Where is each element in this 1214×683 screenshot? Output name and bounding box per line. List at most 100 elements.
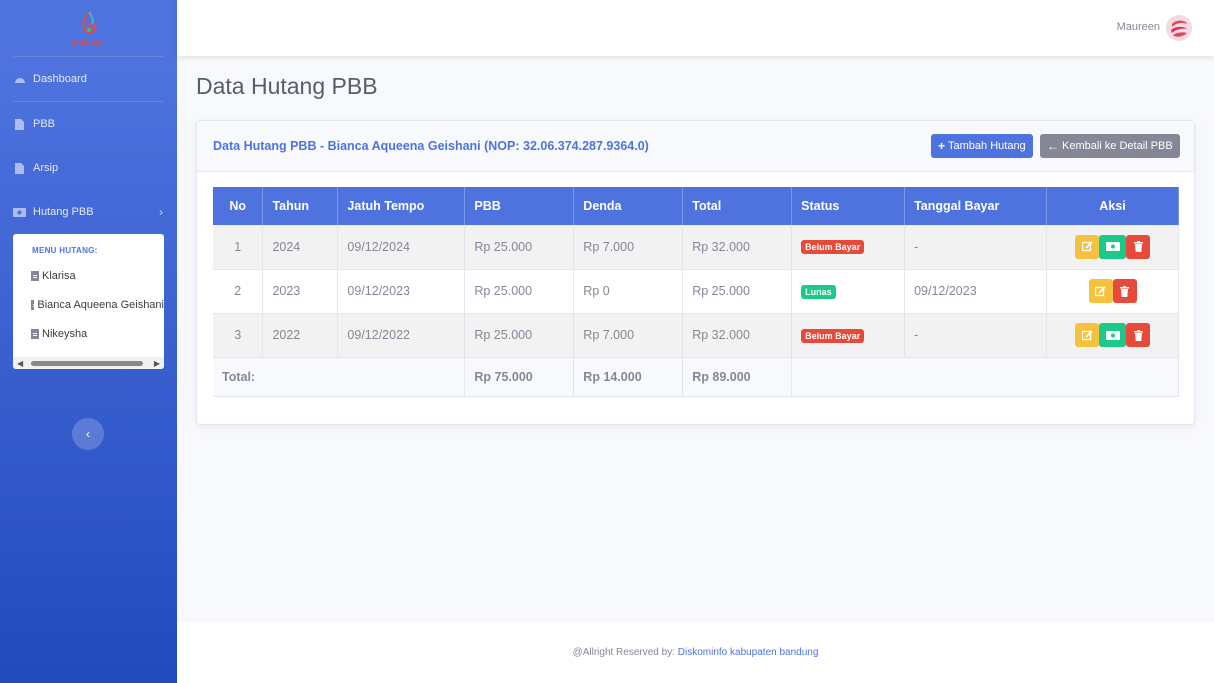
add-hutang-label: Tambah Hutang xyxy=(948,140,1026,152)
total-pbb: Rp 75.000 xyxy=(464,357,575,397)
topbar: Maureen xyxy=(177,0,1214,56)
total-label: Total: xyxy=(213,357,466,397)
submenu-item-nikeysha[interactable]: Nikeysha xyxy=(13,319,164,348)
sidebar-item-hutang-pbb[interactable]: Hutang PBB › xyxy=(0,190,177,234)
column-header: Tahun xyxy=(262,187,339,225)
file-icon xyxy=(31,328,39,339)
scroll-left-icon[interactable]: ◀ xyxy=(17,359,23,368)
money-icon xyxy=(1105,330,1120,340)
column-header: PBB xyxy=(464,187,575,225)
edit-button[interactable] xyxy=(1075,323,1099,347)
cell-pbb: Rp 25.000 xyxy=(464,269,575,314)
money-icon xyxy=(1105,242,1120,252)
sidebar: BAPENDA Dashboard PBB Arsip Hutang PBB ›… xyxy=(0,0,177,683)
cell-denda: Rp 0 xyxy=(573,269,684,314)
table-row: 1 2024 09/12/2024 Rp 25.000 Rp 7.000 Rp … xyxy=(213,225,1179,270)
hutang-submenu: MENU HUTANG: Klarisa Bianca Aqueena Geis… xyxy=(13,234,164,369)
money-icon xyxy=(13,206,26,219)
status-badge: Belum Bayar xyxy=(801,240,865,255)
cell-no: 2 xyxy=(213,269,264,314)
submenu-item-bianca[interactable]: Bianca Aqueena Geishani xyxy=(13,290,164,319)
chevron-left-icon: ‹ xyxy=(86,427,90,441)
column-header: Status xyxy=(791,187,906,225)
cell-total: Rp 25.000 xyxy=(682,269,793,314)
pay-button[interactable] xyxy=(1099,323,1126,347)
edit-button[interactable] xyxy=(1088,279,1113,303)
cell-status: Belum Bayar xyxy=(791,225,906,270)
delete-button[interactable] xyxy=(1112,279,1137,303)
scroll-right-icon[interactable]: ▶ xyxy=(154,359,160,368)
cell-tahun: 2022 xyxy=(262,313,339,358)
footer-copyright: @Allright Reserved by: xyxy=(572,647,675,658)
edit-button[interactable] xyxy=(1075,234,1099,259)
total-denda: Rp 14.000 xyxy=(573,357,684,397)
cell-aksi xyxy=(1046,269,1179,314)
submenu-item-label: Nikeysha xyxy=(42,327,88,340)
arrow-left-icon: ← xyxy=(1047,139,1059,153)
pay-button[interactable] xyxy=(1099,234,1126,259)
sidebar-item-arsip[interactable]: Arsip xyxy=(0,146,177,190)
footer: @Allright Reserved by: Diskominfo kabupa… xyxy=(177,622,1214,683)
total-total: Rp 89.000 xyxy=(682,357,793,397)
edit-icon xyxy=(1081,329,1093,340)
cell-pbb: Rp 25.000 xyxy=(464,313,575,358)
column-header: Tanggal Bayar xyxy=(904,187,1048,225)
submenu-scrollbar[interactable]: ◀ ▶ xyxy=(13,357,164,369)
delete-button[interactable] xyxy=(1126,234,1150,259)
table-row: 2 2023 09/12/2023 Rp 25.000 Rp 0 Rp 25.0… xyxy=(213,269,1179,314)
cell-tahun: 2023 xyxy=(262,269,339,314)
sidebar-item-label: Dashboard xyxy=(33,73,87,85)
cell-jatuh-tempo: 09/12/2024 xyxy=(337,225,466,270)
cell-total: Rp 32.000 xyxy=(682,313,793,358)
back-to-detail-button[interactable]: ← Kembali ke Detail PBB xyxy=(1040,134,1180,158)
column-header: Jatuh Tempo xyxy=(337,187,466,225)
sidebar-toggle-button[interactable]: ‹ xyxy=(72,418,104,450)
cell-aksi xyxy=(1046,313,1179,358)
plus-icon: + xyxy=(938,139,946,153)
hutang-table: No Tahun Jatuh Tempo PBB Denda Total Sta… xyxy=(213,187,1179,397)
table-header-row: No Tahun Jatuh Tempo PBB Denda Total Sta… xyxy=(213,187,1179,225)
submenu-heading: MENU HUTANG: xyxy=(32,246,98,255)
cell-total: Rp 32.000 xyxy=(682,225,793,270)
edit-icon xyxy=(1081,241,1093,252)
sidebar-item-pbb[interactable]: PBB xyxy=(0,102,177,146)
chevron-right-icon: › xyxy=(159,205,163,219)
brand-logo[interactable]: BAPENDA xyxy=(14,0,163,57)
submenu-item-label: Bianca Aqueena Geishani xyxy=(37,298,164,311)
file-icon xyxy=(31,299,38,310)
scrollbar-thumb[interactable] xyxy=(31,361,143,366)
avatar[interactable] xyxy=(1166,15,1192,41)
sidebar-item-dashboard[interactable]: Dashboard xyxy=(0,57,177,101)
bapenda-logo-icon xyxy=(81,10,96,34)
cell-aksi xyxy=(1046,225,1179,270)
cell-tahun: 2024 xyxy=(262,225,339,270)
user-name[interactable]: Maureen xyxy=(1117,21,1160,33)
sidebar-item-label: Arsip xyxy=(33,162,59,174)
submenu-item-label: Klarisa xyxy=(42,269,76,282)
edit-icon xyxy=(1095,285,1106,296)
footer-link[interactable]: Diskominfo kabupaten bandung xyxy=(678,647,819,658)
footer-text: @Allright Reserved by: Diskominfo kabupa… xyxy=(573,647,819,658)
cell-status: Lunas xyxy=(791,269,906,314)
submenu-item-klarisa[interactable]: Klarisa xyxy=(13,261,164,290)
card-header: Data Hutang PBB - Bianca Aqueena Geishan… xyxy=(197,121,1194,172)
card-title: Data Hutang PBB - Bianca Aqueena Geishan… xyxy=(213,139,649,153)
cell-pbb: Rp 25.000 xyxy=(464,225,575,270)
delete-button[interactable] xyxy=(1126,323,1150,347)
add-hutang-button[interactable]: + Tambah Hutang xyxy=(931,134,1033,158)
dashboard-icon xyxy=(13,73,26,86)
column-header: Aksi xyxy=(1046,187,1179,225)
status-badge: Belum Bayar xyxy=(801,328,865,343)
file-icon xyxy=(31,270,39,281)
status-badge: Lunas xyxy=(801,284,836,299)
back-to-detail-label: Kembali ke Detail PBB xyxy=(1062,140,1173,152)
table-row: 3 2022 09/12/2022 Rp 25.000 Rp 7.000 Rp … xyxy=(213,313,1179,358)
trash-icon xyxy=(1133,241,1143,253)
cell-denda: Rp 7.000 xyxy=(573,225,684,270)
cell-jatuh-tempo: 09/12/2022 xyxy=(337,313,466,358)
table-total-row: Total: Rp 75.000 Rp 14.000 Rp 89.000 xyxy=(213,357,1179,397)
column-header: No xyxy=(213,187,264,225)
cell-tanggal-bayar: - xyxy=(904,225,1048,270)
cell-tanggal-bayar: 09/12/2023 xyxy=(904,269,1048,314)
sidebar-item-label: Hutang PBB xyxy=(33,206,94,218)
